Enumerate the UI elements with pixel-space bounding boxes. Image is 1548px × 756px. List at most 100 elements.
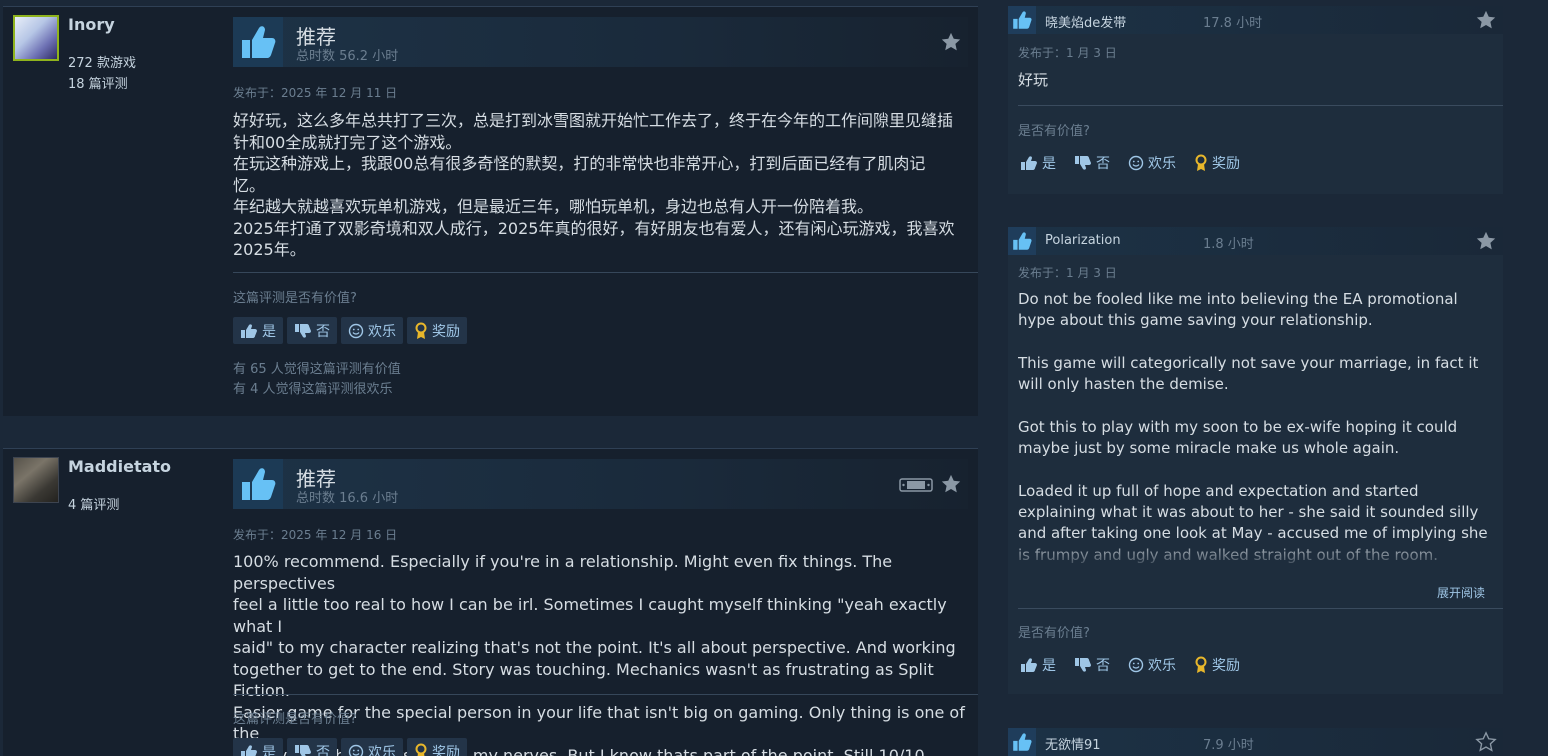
divider xyxy=(233,272,978,273)
playtime-hours: 总时数 56.2 小时 xyxy=(296,49,399,64)
side-review-header[interactable]: 晓美焰de发带 17.8 小时 xyxy=(1008,6,1503,34)
helpful-count: 有 65 人觉得这篇评测有价值 xyxy=(233,362,401,377)
award-label: 奖励 xyxy=(432,323,460,340)
side-playtime: 17.8 小时 xyxy=(1203,16,1263,31)
side-review-card: 晓美焰de发带 17.8 小时 发布于：1 月 3 日 好玩 是否有价值? 是 … xyxy=(1008,6,1503,194)
thumbs-up-icon xyxy=(233,17,283,67)
funny-count: 有 4 人觉得这篇评测很欢乐 xyxy=(233,382,393,397)
vote-no-button[interactable]: 否 xyxy=(1074,153,1110,173)
vote-funny-label: 欢乐 xyxy=(368,323,396,340)
vote-funny-label: 欢乐 xyxy=(368,744,396,756)
thumbs-up-icon xyxy=(1021,658,1037,672)
divider xyxy=(1018,105,1503,106)
vote-funny-label: 欢乐 xyxy=(1148,658,1176,674)
side-vote-buttons: 是 否 欢乐 奖励 xyxy=(1020,655,1240,675)
thumbs-up-icon xyxy=(1008,6,1036,34)
vote-yes-label: 是 xyxy=(262,744,276,756)
side-vote-buttons: 是 否 欢乐 奖励 xyxy=(1020,153,1240,173)
thumbs-up-icon xyxy=(1021,156,1037,170)
award-button[interactable]: 奖励 xyxy=(407,738,467,756)
side-playtime: 7.9 小时 xyxy=(1203,738,1254,753)
side-review-text: 好玩 xyxy=(1018,71,1049,89)
award-star-icon[interactable] xyxy=(940,473,962,495)
side-review-header[interactable]: Polarization 1.8 小时 xyxy=(1008,227,1503,255)
thumbs-up-icon xyxy=(241,744,257,756)
vote-yes-label: 是 xyxy=(262,323,276,340)
award-star-icon[interactable] xyxy=(1475,9,1497,31)
vote-yes-button[interactable]: 是 xyxy=(233,317,283,344)
thumbs-down-icon xyxy=(1075,156,1091,170)
thumbs-down-icon xyxy=(295,323,311,338)
side-review-header[interactable]: 无欲情91 7.9 小时 xyxy=(1008,728,1503,756)
award-ribbon-icon xyxy=(1195,154,1207,171)
side-author-name[interactable]: 晓美焰de发带 xyxy=(1045,12,1126,31)
award-star-icon[interactable] xyxy=(940,31,962,53)
text-fade xyxy=(1008,539,1503,569)
author-name[interactable]: Maddietato xyxy=(68,457,171,476)
vote-yes-button[interactable]: 是 xyxy=(1020,153,1056,173)
author-review-count[interactable]: 4 篇评测 xyxy=(68,494,119,513)
vote-no-button[interactable]: 否 xyxy=(1074,655,1110,675)
recommendation-header[interactable]: 推荐 总时数 16.6 小时 xyxy=(233,459,968,509)
side-author-name[interactable]: 无欲情91 xyxy=(1045,734,1101,753)
review-text: 好好玩，这么多年总共打了三次，总是打到冰雪图就开始忙工作去了，终于在今年的工作间… xyxy=(233,111,955,259)
thumbs-down-icon xyxy=(295,744,311,756)
divider xyxy=(233,694,978,695)
playtime-hours: 总时数 16.6 小时 xyxy=(296,491,399,506)
read-more-link[interactable]: 展开阅读 xyxy=(1437,584,1485,601)
helpful-question: 这篇评测是否有价值? xyxy=(233,712,357,727)
award-ribbon-icon xyxy=(415,322,427,339)
award-button[interactable]: 奖励 xyxy=(1194,655,1240,675)
vote-no-button[interactable]: 否 xyxy=(287,738,337,756)
award-label: 奖励 xyxy=(1212,658,1240,674)
smiley-icon xyxy=(1128,657,1144,673)
vote-buttons: 是 否 欢乐 奖励 xyxy=(233,317,467,344)
posted-date: 发布于：2025 年 12 月 11 日 xyxy=(233,86,398,100)
avatar[interactable] xyxy=(13,15,59,61)
avatar[interactable] xyxy=(13,457,59,503)
vote-yes-label: 是 xyxy=(1042,156,1056,172)
side-review-text: Do not be fooled like me into believing … xyxy=(1018,290,1488,564)
vote-funny-button[interactable]: 欢乐 xyxy=(341,738,403,756)
side-posted-date: 发布于：1 月 3 日 xyxy=(1018,46,1117,60)
side-helpful-question: 是否有价值? xyxy=(1018,124,1090,139)
smiley-icon xyxy=(1128,155,1144,171)
vote-no-label: 否 xyxy=(316,744,330,756)
vote-funny-button[interactable]: 欢乐 xyxy=(1128,153,1176,173)
vote-funny-button[interactable]: 欢乐 xyxy=(1128,655,1176,675)
thumbs-up-icon xyxy=(241,323,257,338)
vote-yes-button[interactable]: 是 xyxy=(233,738,283,756)
author-name[interactable]: Inory xyxy=(68,15,115,34)
vote-funny-button[interactable]: 欢乐 xyxy=(341,317,403,344)
vote-no-button[interactable]: 否 xyxy=(287,317,337,344)
helpful-question: 这篇评测是否有价值? xyxy=(233,291,357,306)
vote-funny-label: 欢乐 xyxy=(1148,156,1176,172)
vote-yes-button[interactable]: 是 xyxy=(1020,655,1056,675)
thumbs-up-icon xyxy=(1008,227,1036,255)
award-ribbon-icon xyxy=(1195,656,1207,673)
author-review-count[interactable]: 18 篇评测 xyxy=(68,73,128,92)
reviews-page: Inory 272 款游戏 18 篇评测 推荐 总时数 56.2 小时 发布于：… xyxy=(0,0,1548,756)
steam-deck-icon xyxy=(899,478,933,492)
thumbs-up-icon xyxy=(1008,728,1036,756)
side-helpful-question: 是否有价值? xyxy=(1018,626,1090,641)
award-star-icon[interactable] xyxy=(1475,230,1497,252)
vote-no-label: 否 xyxy=(316,323,330,340)
vote-no-label: 否 xyxy=(1096,156,1110,172)
side-author-name[interactable]: Polarization xyxy=(1045,233,1121,248)
recommendation-header[interactable]: 推荐 总时数 56.2 小时 xyxy=(233,17,968,67)
side-review-card: Polarization 1.8 小时 发布于：1 月 3 日 Do not b… xyxy=(1008,227,1503,694)
award-button[interactable]: 奖励 xyxy=(1194,153,1240,173)
side-review-card: 无欲情91 7.9 小时 xyxy=(1008,728,1503,756)
author-games-count[interactable]: 272 款游戏 xyxy=(68,52,136,71)
award-ribbon-icon xyxy=(415,743,427,756)
divider xyxy=(1018,608,1503,609)
posted-date: 发布于：2025 年 12 月 16 日 xyxy=(233,528,398,542)
vote-yes-label: 是 xyxy=(1042,658,1056,674)
award-button[interactable]: 奖励 xyxy=(407,317,467,344)
review-card: Inory 272 款游戏 18 篇评测 推荐 总时数 56.2 小时 发布于：… xyxy=(3,6,978,416)
thumbs-down-icon xyxy=(1075,658,1091,672)
smiley-icon xyxy=(348,323,364,338)
side-playtime: 1.8 小时 xyxy=(1203,237,1254,252)
award-star-icon[interactable] xyxy=(1475,731,1497,753)
